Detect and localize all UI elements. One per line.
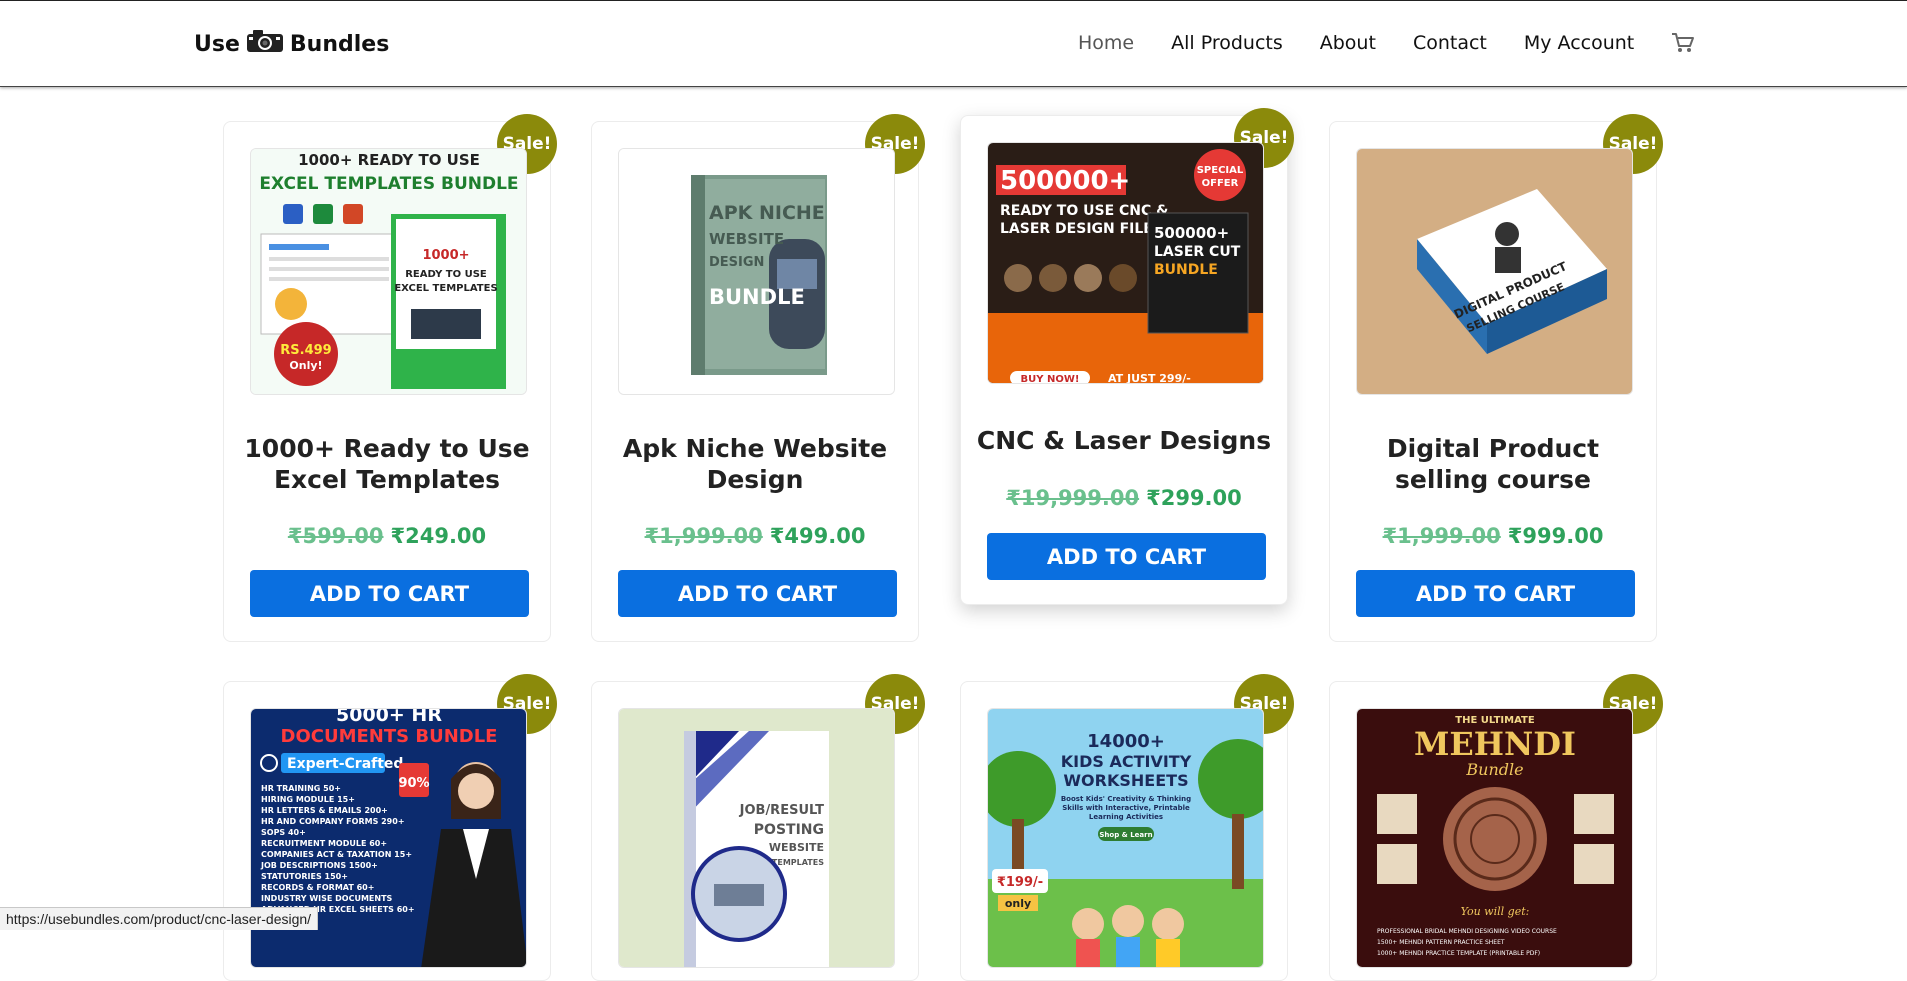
- art-text: 1500+ MEHNDI PATTERN PRACTICE SHEET: [1377, 939, 1505, 946]
- product-image[interactable]: 500000+ READY TO USE CNC & LASER DESIGN …: [987, 142, 1264, 384]
- art-text: only: [1005, 897, 1031, 910]
- art-text: INDUSTRY WISE DOCUMENTS: [261, 894, 393, 903]
- art-text: EXCEL TEMPLATES BUNDLE: [259, 174, 518, 194]
- art-text: 14000+: [1087, 731, 1165, 752]
- art-text: BUY NOW!: [1021, 374, 1080, 384]
- art-text: 1000+ READY TO USE: [298, 151, 480, 169]
- art-text: You will get:: [1461, 905, 1530, 918]
- art-text: SOPS 40+: [261, 828, 306, 837]
- art-text: Expert-Crafted: [287, 756, 403, 772]
- art-text: WORKSHEETS: [1063, 771, 1188, 790]
- art-text: STATUTORIES 150+: [261, 872, 348, 881]
- art-text: DESIGN: [709, 255, 764, 270]
- art-text: AT JUST 299/-: [1108, 372, 1191, 384]
- product-image[interactable]: 1000+ READY TO USE EXCEL TEMPLATES BUNDL…: [250, 148, 527, 395]
- product-card: Sale! 500000+ READY TO USE CNC & LASER D…: [960, 108, 1294, 605]
- art-text: READY TO USE: [405, 269, 487, 280]
- sale-price: ₹999.00: [1507, 524, 1604, 548]
- art-text: JOB/RESULT: [739, 803, 824, 818]
- sale-price: ₹299.00: [1146, 486, 1242, 510]
- old-price: ₹19,999.00: [1006, 486, 1140, 510]
- art-text: SPECIAL: [1197, 165, 1244, 176]
- art-text: HR LETTERS & EMAILS 200+: [261, 806, 388, 815]
- art-text: WEBSITE: [769, 841, 824, 854]
- product-image[interactable]: APK NICHE WEBSITE DESIGN BUNDLE: [618, 148, 895, 395]
- art-text: TEMPLATES: [772, 858, 824, 867]
- art-text: Shop & Learn: [1099, 831, 1152, 839]
- add-to-cart-button[interactable]: ADD TO CART: [1356, 570, 1635, 617]
- product-image[interactable]: JOB/RESULT POSTING WEBSITE TEMPLATES: [618, 708, 895, 968]
- product-image[interactable]: DIGITAL PRODUCT SELLING COURSE: [1356, 148, 1633, 395]
- art-text: 500000+: [1154, 224, 1229, 242]
- old-price: ₹1,999.00: [1382, 524, 1501, 548]
- art-text: 5000+ HR: [336, 709, 442, 726]
- art-text: WEBSITE: [709, 230, 784, 248]
- product-price: ₹19,999.00 ₹299.00: [961, 486, 1287, 510]
- art-text: Boost Kids' Creativity & Thinking: [1061, 795, 1191, 803]
- art-text: Bundle: [1465, 760, 1523, 779]
- art-text: 500000+: [1000, 166, 1130, 196]
- product-image[interactable]: 14000+ KIDS ACTIVITY WORKSHEETS Boost Ki…: [987, 708, 1264, 968]
- product-grid: Sale! 1000+ READY TO USE EXCEL TEMPLATES…: [0, 0, 1907, 981]
- art-text: RS.499: [280, 343, 331, 358]
- product-price: ₹1,999.00 ₹499.00: [592, 524, 918, 548]
- old-price: ₹599.00: [287, 524, 384, 548]
- art-text: MEHNDI: [1414, 725, 1576, 763]
- product-title[interactable]: CNC & Laser Designs: [971, 425, 1277, 456]
- product-title[interactable]: Apk Niche Website Design: [602, 433, 908, 495]
- art-text: 1000+: [422, 248, 469, 263]
- art-text: 1000+ MEHNDI PRACTICE TEMPLATE (PRINTABL…: [1377, 950, 1540, 957]
- art-text: JOB DESCRIPTIONS 1500+: [260, 861, 378, 870]
- status-bar-url: https://usebundles.com/product/cnc-laser…: [0, 907, 319, 930]
- product-card: Sale! 1000+ READY TO USE EXCEL TEMPLATES…: [223, 114, 557, 642]
- art-text: APK NICHE: [709, 202, 825, 224]
- art-text: READY TO USE CNC &: [1000, 203, 1168, 219]
- art-text: POSTING: [754, 822, 824, 838]
- art-text: ₹199/-: [997, 875, 1043, 890]
- product-image[interactable]: THE ULTIMATE MEHNDI Bundle You will get:…: [1356, 708, 1633, 968]
- art-text: RECORDS & FORMAT 60+: [261, 883, 374, 892]
- art-text: EXCEL TEMPLATES: [394, 283, 497, 294]
- sale-price: ₹499.00: [769, 524, 866, 548]
- art-text: HIRING MODULE 15+: [261, 795, 355, 804]
- product-price: ₹1,999.00 ₹999.00: [1330, 524, 1656, 548]
- art-text: Learning Activities: [1089, 813, 1163, 821]
- art-text: 90%: [398, 776, 429, 791]
- old-price: ₹1,999.00: [644, 524, 763, 548]
- product-title[interactable]: Digital Product selling course: [1340, 433, 1646, 495]
- product-card: Sale! 14000+ KIDS ACTIVITY WORKSHEETS Bo…: [960, 674, 1294, 981]
- product-card: Sale! JOB/RESULT POSTING WEBSITE TEMPLAT…: [591, 674, 925, 981]
- art-text: RECRUITMENT MODULE 60+: [261, 839, 387, 848]
- art-text: Skills with Interactive, Printable: [1062, 804, 1190, 812]
- art-text: LASER DESIGN FILES: [1000, 221, 1163, 237]
- product-price: ₹599.00 ₹249.00: [224, 524, 550, 548]
- product-card: Sale! DIGITAL PRODUCT SELLING COURSE Dig…: [1329, 114, 1663, 642]
- art-text: KIDS ACTIVITY: [1061, 752, 1192, 771]
- product-card: Sale! 5000+ HR DOCUMENTS BUNDLE Expert-C…: [223, 674, 557, 981]
- add-to-cart-button[interactable]: ADD TO CART: [987, 533, 1266, 580]
- art-text: LASER CUT: [1154, 244, 1241, 260]
- product-title[interactable]: 1000+ Ready to Use Excel Templates: [234, 433, 540, 495]
- product-card: Sale! APK NICHE WEBSITE DESIGN BUNDLE Ap…: [591, 114, 925, 642]
- product-card: Sale! THE ULTIMATE MEHNDI Bundle You wil…: [1329, 674, 1663, 981]
- add-to-cart-button[interactable]: ADD TO CART: [250, 570, 529, 617]
- art-text: BUNDLE: [709, 285, 805, 309]
- art-text: Only!: [289, 359, 322, 372]
- art-text: BUNDLE: [1154, 262, 1218, 278]
- art-text: PROFESSIONAL BRIDAL MEHNDI DESIGNING VID…: [1377, 928, 1557, 935]
- art-text: HR AND COMPANY FORMS 290+: [261, 817, 405, 826]
- art-text: OFFER: [1202, 178, 1239, 189]
- art-text: DOCUMENTS BUNDLE: [281, 726, 498, 747]
- sale-price: ₹249.00: [390, 524, 487, 548]
- art-text: HR TRAINING 50+: [261, 784, 341, 793]
- art-text: COMPANIES ACT & TAXATION 15+: [261, 850, 412, 859]
- add-to-cart-button[interactable]: ADD TO CART: [618, 570, 897, 617]
